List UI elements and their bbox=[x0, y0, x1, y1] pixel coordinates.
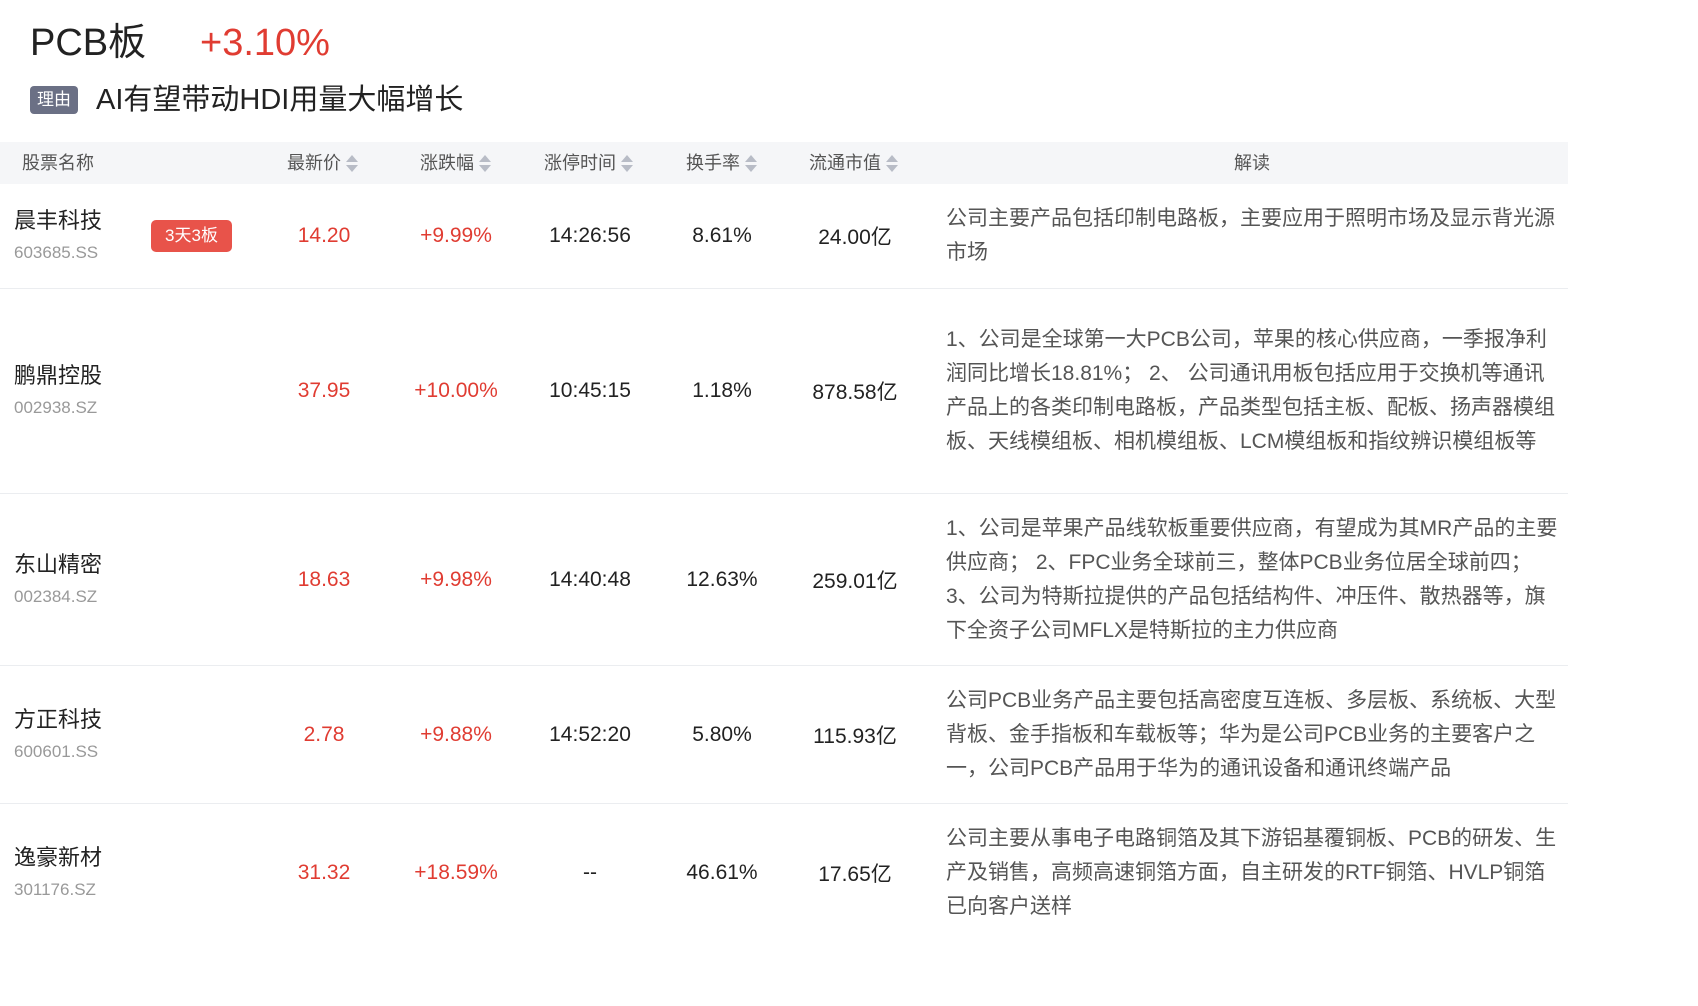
table-row[interactable]: 东山精密 002384.SZ 18.63 +9.98% 14:40:48 12.… bbox=[0, 494, 1568, 666]
reason-text: AI有望带动HDI用量大幅增长 bbox=[96, 84, 464, 116]
stock-name-cell[interactable]: 东山精密 002384.SZ bbox=[14, 494, 102, 665]
column-header-label: 涨跌幅 bbox=[420, 153, 474, 173]
column-header-pct[interactable]: 涨跌幅 bbox=[420, 142, 491, 184]
turnover-cell: 5.80% bbox=[692, 722, 752, 746]
sort-icon[interactable] bbox=[744, 154, 757, 174]
turnover-cell: 8.61% bbox=[692, 224, 752, 247]
stock-name[interactable]: 晨丰科技 bbox=[14, 206, 102, 236]
turnover-cell: 1.18% bbox=[692, 379, 752, 402]
sort-icon[interactable] bbox=[478, 154, 491, 174]
stock-name-cell[interactable]: 逸豪新材 301176.SZ bbox=[14, 804, 102, 941]
mcap-cell: 24.00亿 bbox=[818, 226, 892, 249]
description-text: 1、公司是全球第一大PCB公司，苹果的核心供应商，一季报净利润同比增长18.81… bbox=[946, 328, 1555, 453]
pct-cell: +9.99% bbox=[420, 224, 492, 247]
price-cell: 31.32 bbox=[297, 860, 351, 884]
column-header-label: 换手率 bbox=[686, 153, 740, 173]
table-header: 股票名称 最新价 涨跌幅 涨停时间 换手率 流通市值 解读 bbox=[0, 142, 1568, 184]
price-cell: 2.78 bbox=[303, 722, 345, 746]
mcap-cell: 878.58亿 bbox=[812, 381, 898, 404]
stock-name[interactable]: 鹏鼎控股 bbox=[14, 361, 102, 391]
description-text: 公司PCB业务产品主要包括高密度互连板、多层板、系统板、大型背板、金手指板和车载… bbox=[946, 688, 1557, 780]
limit-time-cell: 14:40:48 bbox=[549, 567, 631, 591]
description-cell: 公司主要从事电子电路铜箔及其下游铝基覆铜板、PCB的研发、生产及销售，高频高速铜… bbox=[946, 804, 1558, 941]
sector-header: PCB板 +3.10% 理由 AI有望带动HDI用量大幅增长 bbox=[0, 0, 1698, 140]
price-cell: 37.95 bbox=[297, 379, 351, 402]
limit-time-cell: 10:45:15 bbox=[549, 379, 631, 402]
table-row[interactable]: 方正科技 600601.SS 2.78 +9.88% 14:52:20 5.80… bbox=[0, 666, 1568, 804]
table-row[interactable]: 鹏鼎控股 002938.SZ 37.95 +10.00% 10:45:15 1.… bbox=[0, 289, 1568, 494]
stock-name-cell[interactable]: 鹏鼎控股 002938.SZ bbox=[14, 289, 102, 493]
mcap-cell: 17.65亿 bbox=[818, 862, 892, 886]
stock-name-cell[interactable]: 方正科技 600601.SS bbox=[14, 666, 102, 803]
description-text: 公司主要产品包括印制电路板，主要应用于照明市场及显示背光源市场 bbox=[946, 207, 1555, 264]
limit-time-cell: -- bbox=[583, 860, 597, 884]
price-cell: 18.63 bbox=[297, 567, 351, 591]
description-text: 1、公司是苹果产品线软板重要供应商，有望成为其MR产品的主要供应商； 2、FPC… bbox=[946, 516, 1558, 642]
limit-time-cell: 14:52:20 bbox=[549, 722, 631, 746]
pct-cell: +18.59% bbox=[414, 860, 498, 884]
stock-name[interactable]: 逸豪新材 bbox=[14, 843, 102, 873]
table-row[interactable]: 晨丰科技 603685.SS 3天3板 14.20 +9.99% 14:26:5… bbox=[0, 184, 1568, 289]
column-header-label: 涨停时间 bbox=[544, 153, 616, 173]
pct-cell: +9.98% bbox=[420, 567, 492, 591]
column-header-label: 股票名称 bbox=[22, 153, 94, 173]
column-header-turnover[interactable]: 换手率 bbox=[686, 142, 757, 184]
turnover-cell: 12.63% bbox=[686, 567, 758, 591]
price-cell: 14.20 bbox=[297, 224, 351, 247]
column-header-price[interactable]: 最新价 bbox=[287, 142, 358, 184]
stock-name[interactable]: 东山精密 bbox=[14, 550, 102, 580]
description-cell: 1、公司是全球第一大PCB公司，苹果的核心供应商，一季报净利润同比增长18.81… bbox=[946, 289, 1558, 493]
column-header-name: 股票名称 bbox=[22, 142, 94, 184]
sort-icon[interactable] bbox=[885, 154, 898, 174]
sort-icon[interactable] bbox=[620, 154, 633, 174]
column-header-label: 最新价 bbox=[287, 153, 341, 173]
stock-code: 301176.SZ bbox=[14, 879, 96, 899]
reason-tag: 理由 bbox=[30, 86, 78, 114]
pct-cell: +10.00% bbox=[414, 379, 498, 402]
stock-code: 600601.SS bbox=[14, 741, 99, 761]
stock-name-cell[interactable]: 晨丰科技 603685.SS bbox=[14, 184, 102, 288]
description-text: 公司主要从事电子电路铜箔及其下游铝基覆铜板、PCB的研发、生产及销售，高频高速铜… bbox=[946, 826, 1557, 918]
limit-up-badge: 3天3板 bbox=[151, 220, 232, 252]
column-header-label: 流通市值 bbox=[809, 153, 881, 173]
column-header-label: 解读 bbox=[1234, 153, 1270, 173]
stock-table: 股票名称 最新价 涨跌幅 涨停时间 换手率 流通市值 解读 晨丰科技 60368… bbox=[0, 142, 1568, 941]
description-cell: 1、公司是苹果产品线软板重要供应商，有望成为其MR产品的主要供应商； 2、FPC… bbox=[946, 494, 1558, 665]
description-cell: 公司PCB业务产品主要包括高密度互连板、多层板、系统板、大型背板、金手指板和车载… bbox=[946, 666, 1558, 803]
sort-icon[interactable] bbox=[345, 154, 358, 174]
stock-code: 002384.SZ bbox=[14, 586, 98, 606]
description-cell: 公司主要产品包括印制电路板，主要应用于照明市场及显示背光源市场 bbox=[946, 184, 1558, 288]
stock-code: 603685.SS bbox=[14, 243, 99, 262]
sector-change: +3.10% bbox=[200, 22, 330, 64]
column-header-mcap[interactable]: 流通市值 bbox=[809, 142, 898, 184]
stock-code: 002938.SZ bbox=[14, 398, 98, 417]
mcap-cell: 259.01亿 bbox=[812, 569, 898, 593]
limit-time-cell: 14:26:56 bbox=[549, 224, 631, 247]
table-row[interactable]: 逸豪新材 301176.SZ 31.32 +18.59% -- 46.61% 1… bbox=[0, 804, 1568, 941]
column-header-desc: 解读 bbox=[1234, 142, 1270, 184]
stock-name[interactable]: 方正科技 bbox=[14, 705, 102, 735]
pct-cell: +9.88% bbox=[420, 722, 492, 746]
column-header-limit-time[interactable]: 涨停时间 bbox=[544, 142, 633, 184]
sector-title: PCB板 bbox=[30, 22, 147, 64]
mcap-cell: 115.93亿 bbox=[813, 724, 897, 748]
turnover-cell: 46.61% bbox=[686, 860, 758, 884]
